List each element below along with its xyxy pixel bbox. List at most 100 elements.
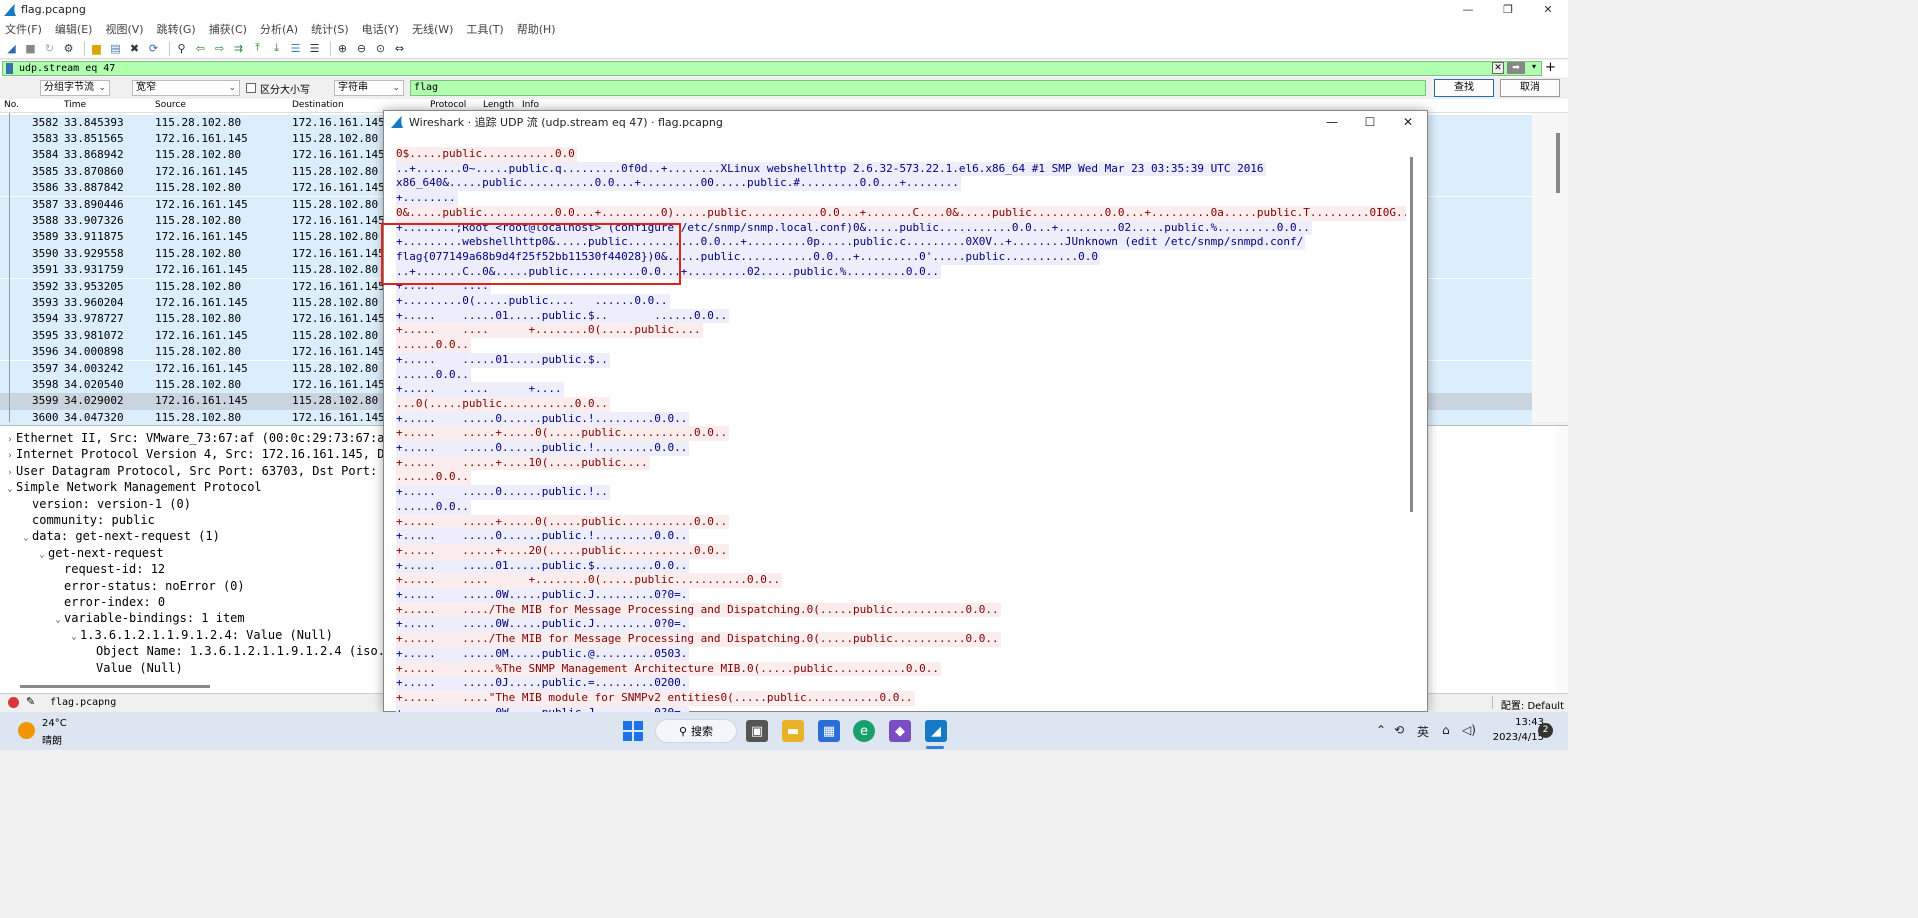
zoom-in-icon[interactable]: ⊕ bbox=[335, 41, 350, 56]
menu-file[interactable]: 文件(F) bbox=[5, 21, 42, 37]
details-tree-item[interactable]: › User Datagram Protocol, Src Port: 63703… bbox=[4, 463, 406, 479]
reload-file-icon[interactable]: ⟳ bbox=[146, 41, 161, 56]
go-last-icon[interactable]: ⤓ bbox=[269, 41, 284, 56]
close-file-icon[interactable]: ✖ bbox=[127, 41, 142, 56]
wireshark-taskbar-icon[interactable]: ◢ bbox=[925, 720, 947, 742]
search-in-select[interactable]: 分组字节流 ⌄ bbox=[40, 80, 110, 96]
clock-date[interactable]: 2023/4/15 bbox=[1484, 732, 1544, 743]
capture-options-icon[interactable]: ⚙ bbox=[61, 41, 76, 56]
save-file-icon[interactable]: ▤ bbox=[108, 41, 123, 56]
show-hidden-icons-icon[interactable]: ⌃ bbox=[1376, 723, 1386, 737]
menu-go[interactable]: 跳转(G) bbox=[157, 21, 196, 37]
details-tree-item[interactable]: ⌄ Simple Network Management Protocol bbox=[4, 479, 261, 497]
display-filter-input[interactable]: udp.stream eq 47 bbox=[2, 61, 1542, 76]
menu-wireless[interactable]: 无线(W) bbox=[412, 21, 453, 37]
expanded-chevron-icon[interactable]: ⌄ bbox=[36, 547, 48, 563]
expert-info-icon[interactable] bbox=[8, 697, 19, 708]
go-first-icon[interactable]: ⤒ bbox=[250, 41, 265, 56]
details-tree-item[interactable]: › Internet Protocol Version 4, Src: 172.1… bbox=[4, 446, 420, 462]
details-tree-item[interactable]: › Ethernet II, Src: VMware_73:67:af (00:0… bbox=[4, 430, 420, 446]
minimize-button[interactable]: — bbox=[1448, 0, 1488, 19]
details-tree-item[interactable]: ⌄ variable-bindings: 1 item bbox=[52, 610, 244, 628]
menu-tools[interactable]: 工具(T) bbox=[466, 21, 503, 37]
menu-analyze[interactable]: 分析(A) bbox=[260, 21, 298, 37]
go-back-icon[interactable]: ⇦ bbox=[193, 41, 208, 56]
details-tree-item[interactable]: version: version-1 (0) bbox=[20, 496, 191, 512]
network-icon[interactable]: ⌂ bbox=[1442, 723, 1450, 737]
start-menu-icon[interactable] bbox=[622, 720, 644, 742]
task-view-icon[interactable]: ▣ bbox=[746, 720, 768, 742]
volume-icon[interactable]: ◁) bbox=[1462, 723, 1476, 737]
go-forward-icon[interactable]: ⇨ bbox=[212, 41, 227, 56]
details-tree-item[interactable]: ⌄ get-next-request bbox=[36, 545, 163, 563]
column-header-info[interactable]: Info bbox=[522, 100, 539, 110]
microsoft-store-icon[interactable]: ▦ bbox=[818, 720, 840, 742]
stream-scrollbar[interactable] bbox=[1410, 157, 1413, 512]
close-button[interactable]: ✕ bbox=[1528, 0, 1568, 19]
search-type-select[interactable]: 字符串 ⌄ bbox=[334, 80, 404, 96]
zoom-normal-icon[interactable]: ⊙ bbox=[373, 41, 388, 56]
menu-capture[interactable]: 捕获(C) bbox=[209, 21, 247, 37]
packet-list-scrollbar[interactable] bbox=[1532, 113, 1568, 422]
apply-filter-icon[interactable]: ➡ bbox=[1507, 62, 1525, 74]
menu-statistics[interactable]: 统计(S) bbox=[311, 21, 349, 37]
input-method-label[interactable]: 英 bbox=[1417, 723, 1429, 740]
restart-capture-icon[interactable]: ↻ bbox=[42, 41, 57, 56]
menu-edit[interactable]: 编辑(E) bbox=[55, 21, 93, 37]
find-packet-icon[interactable]: ⚲ bbox=[174, 41, 189, 56]
restore-button[interactable]: ❐ bbox=[1488, 0, 1528, 19]
zoom-out-icon[interactable]: ⊖ bbox=[354, 41, 369, 56]
visual-studio-icon[interactable]: ◆ bbox=[889, 720, 911, 742]
expanded-chevron-icon[interactable]: ⌄ bbox=[52, 612, 64, 628]
dialog-close-button[interactable]: ✕ bbox=[1389, 111, 1427, 133]
filter-bookmark-icon[interactable] bbox=[6, 63, 13, 74]
profile-label[interactable]: 配置: Default bbox=[1501, 697, 1564, 712]
clear-filter-icon[interactable]: ✕ bbox=[1492, 62, 1504, 74]
details-tree-item[interactable]: request-id: 12 bbox=[52, 561, 165, 577]
scroll-thumb[interactable] bbox=[1556, 133, 1560, 193]
menu-help[interactable]: 帮助(H) bbox=[517, 21, 556, 37]
find-button[interactable]: 查找 bbox=[1434, 79, 1494, 97]
onedrive-sync-icon[interactable]: ⟲ bbox=[1394, 723, 1404, 737]
autoscroll-icon[interactable]: ☰ bbox=[288, 41, 303, 56]
colorize-icon[interactable]: ☰ bbox=[307, 41, 322, 56]
go-to-packet-icon[interactable]: ⇉ bbox=[231, 41, 246, 56]
notification-badge[interactable]: 2 bbox=[1538, 723, 1553, 738]
details-tree-item[interactable]: ⌄ data: get-next-request (1) bbox=[20, 528, 220, 544]
column-header-no[interactable]: No. bbox=[4, 100, 19, 110]
case-sensitive-checkbox[interactable] bbox=[246, 83, 256, 93]
weather-condition[interactable]: 晴朗 bbox=[42, 732, 62, 747]
column-header-length[interactable]: Length bbox=[483, 100, 514, 110]
dialog-minimize-button[interactable]: — bbox=[1313, 111, 1351, 133]
details-tree-item[interactable]: ⌄ 1.3.6.1.2.1.1.9.1.2.4: Value (Null) bbox=[68, 627, 333, 643]
column-header-destination[interactable]: Destination bbox=[292, 100, 344, 110]
edge-browser-icon[interactable]: e bbox=[853, 720, 875, 742]
details-horizontal-scrollbar[interactable] bbox=[20, 685, 210, 688]
menu-telephony[interactable]: 电话(Y) bbox=[362, 21, 399, 37]
expanded-chevron-icon[interactable]: ⌄ bbox=[4, 481, 16, 497]
expanded-chevron-icon[interactable]: ⌄ bbox=[68, 629, 80, 645]
details-tree-item[interactable]: community: public bbox=[20, 512, 155, 528]
column-header-protocol[interactable]: Protocol bbox=[430, 100, 466, 110]
clock-time[interactable]: 13:43 bbox=[1494, 717, 1544, 728]
column-header-source[interactable]: Source bbox=[155, 100, 186, 110]
column-header-time[interactable]: Time bbox=[64, 100, 86, 110]
filter-dropdown-icon[interactable]: ▾ bbox=[1529, 62, 1539, 74]
resize-columns-icon[interactable]: ⇔ bbox=[392, 41, 407, 56]
details-tree-item[interactable]: Value (Null) bbox=[84, 660, 183, 676]
details-tree-item[interactable]: error-index: 0 bbox=[52, 594, 165, 610]
charset-select[interactable]: 宽窄 ⌄ bbox=[132, 80, 240, 96]
menu-view[interactable]: 视图(V) bbox=[105, 21, 143, 37]
cancel-button[interactable]: 取消 bbox=[1500, 79, 1560, 97]
details-tree-item[interactable]: Object Name: 1.3.6.1.2.1.1.9.1.2.4 (iso.… bbox=[84, 643, 407, 659]
add-filter-button-icon[interactable]: + bbox=[1545, 60, 1556, 75]
details-vertical-scrollbar[interactable] bbox=[1556, 426, 1568, 694]
stop-capture-icon[interactable]: ■ bbox=[23, 41, 38, 56]
file-explorer-icon[interactable]: ▬ bbox=[782, 720, 804, 742]
find-text-input[interactable]: flag bbox=[410, 80, 1426, 96]
dialog-maximize-button[interactable]: ☐ bbox=[1351, 111, 1389, 133]
weather-sun-icon[interactable] bbox=[18, 722, 35, 739]
taskbar-search-box[interactable]: ⚲ 搜索 bbox=[655, 719, 737, 743]
start-capture-icon[interactable]: ◢ bbox=[4, 41, 19, 56]
expanded-chevron-icon[interactable]: ⌄ bbox=[20, 530, 32, 546]
